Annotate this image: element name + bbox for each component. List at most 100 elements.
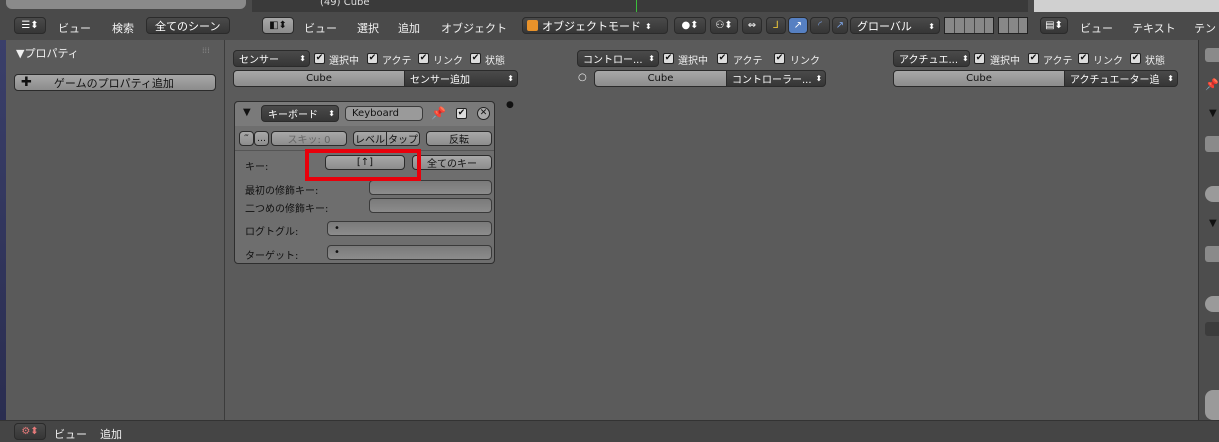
menu-view-text[interactable]: ビュー [1080,20,1113,36]
menu-view-3d[interactable]: ビュー [304,20,337,36]
tap-label: タップ [388,135,418,146]
menu-templates[interactable]: テン [1194,20,1216,36]
menu-view[interactable]: ビュー [58,20,91,36]
pivot-select[interactable]: ⚇⬍ [710,17,738,34]
all-keys-toggle[interactable]: 全てのキー [412,155,492,170]
right-panel-button-3[interactable] [1205,246,1219,262]
sensor-type-label: キーボード [268,110,318,121]
controller-filter-selected-checkbox[interactable]: ✔ [663,53,674,64]
sensor-active-checkbox[interactable]: ✔ [456,108,467,119]
first-modifier-input[interactable] [369,180,492,195]
editor-type-text[interactable]: ▤⬍ [1040,17,1068,34]
menu-select[interactable]: 選択 [357,20,379,36]
layer-grid-1[interactable] [944,17,994,34]
chevron-updown-icon [644,53,655,64]
sensor-filter-selected-checkbox[interactable]: ✔ [314,53,325,64]
right-panel-button-4[interactable] [1205,322,1219,336]
invert-toggle[interactable]: 反転 [426,131,492,146]
sensor-column-select[interactable]: センサー [233,50,310,67]
panel-drag-handle[interactable]: ⁞⁞⁞ [202,46,210,55]
controller-state-dot-icon[interactable]: ○ [578,72,587,83]
add-sensor-select[interactable]: センサー追加 [404,70,518,87]
controller-object-name[interactable]: Cube [594,70,727,87]
scene-select-label: 全てのシーン [155,19,221,33]
controller-filter-active-checkbox[interactable]: ✔ [717,53,728,64]
sensor-remove-icon[interactable]: ✕ [477,107,490,120]
sensor-link-socket-icon[interactable]: ● [506,100,514,110]
log-toggle-input[interactable]: • [327,221,492,236]
actuator-filter-link-checkbox[interactable]: ✔ [1078,53,1089,64]
properties-section-title[interactable]: ▼プロパティ [16,45,79,61]
sensor-filter-active-checkbox[interactable]: ✔ [367,53,378,64]
arrow-icon: ↗ [793,20,803,31]
pivot-icon: ⚇⬍ [715,20,733,31]
level-toggle[interactable]: レベル [353,131,387,146]
sensor-filter-state-checkbox[interactable]: ✔ [470,53,481,64]
layer-grid-2[interactable] [998,17,1028,34]
right-panel-slider-3[interactable] [1205,390,1219,420]
collapse-triangle-icon[interactable]: ▼ [1209,218,1217,229]
sensor-type-select[interactable]: キーボード [261,105,339,122]
editor-type-3dview[interactable]: ◧⬍ [262,17,294,34]
menu-search[interactable]: 検索 [112,20,134,36]
pin-icon[interactable]: 📌 [1205,78,1219,91]
pulse-true-toggle[interactable]: ‴ [239,131,254,146]
viewport-caption: (49) Cube [320,0,370,8]
right-panel-slider-1[interactable] [1205,186,1219,202]
scene-scrollbar[interactable] [6,0,246,9]
right-panel-button-1[interactable] [1205,48,1219,62]
actuator-filter-active-label: アクテ [1043,56,1073,67]
text-editor-icon: ▤⬍ [1045,20,1063,31]
sensor-filter-link-checkbox[interactable]: ✔ [418,53,429,64]
pin-icon[interactable]: 📌 [431,106,446,120]
sensor-object-label: Cube [306,73,332,84]
rotate-tool[interactable]: ◜ [810,17,830,34]
object-mode-icon [527,20,538,31]
top-header-bar: (49) Cube ☰⬍ ビュー 検索 全てのシーン ◧⬍ ビュー 選択 追加 … [0,0,1219,40]
editor-type-outliner[interactable]: ☰⬍ [14,17,46,34]
collapse-triangle-icon[interactable]: ▼ [243,107,251,118]
menu-add[interactable]: 追加 [398,20,420,36]
add-actuator-label: アクチュエーター追 [1070,75,1160,86]
transform-axes[interactable]: ⅃ [766,17,786,34]
chevron-updown-icon [924,19,935,32]
second-modifier-label: 二つめの修飾キー: [245,204,329,215]
actuator-filter-state-checkbox[interactable]: ✔ [1130,53,1141,64]
target-input[interactable]: • [327,245,492,260]
manipulator-toggle[interactable]: ⇔ [742,17,762,34]
orientation-select[interactable]: グローバル [850,17,940,34]
menu-object[interactable]: オブジェクト [441,20,507,36]
actuator-column-select[interactable]: アクチュエ... [893,50,970,67]
rotate-icon: ◜ [818,20,822,31]
right-panel-button-2[interactable] [1205,136,1219,152]
mode-select[interactable]: オブジェクトモード [522,17,668,34]
target-value: • [334,247,340,258]
controller-filter-link-checkbox[interactable]: ✔ [774,53,785,64]
add-game-property-button[interactable]: ✚ ゲームのプロパティ追加 [14,74,216,91]
pulse-false-toggle[interactable]: … [254,131,269,146]
editor-type-logic[interactable]: ⚙⬍ [14,423,46,440]
add-actuator-select[interactable]: アクチュエーター追 [1064,70,1178,87]
skip-frequency-field[interactable]: スキッ: 0 [271,131,347,146]
second-modifier-input[interactable] [369,198,492,213]
right-panel-slider-2[interactable] [1205,296,1219,312]
pulse-false-icon: … [257,133,266,144]
translate-tool[interactable]: ↗ [788,17,808,34]
tap-toggle[interactable]: タップ [386,131,420,146]
scene-select[interactable]: 全てのシーン [146,17,230,34]
actuator-object-name[interactable]: Cube [893,70,1065,87]
invert-label: 反転 [449,135,469,146]
sensor-object-name[interactable]: Cube [233,70,405,87]
collapse-triangle-icon[interactable]: ▼ [1209,108,1217,119]
menu-text[interactable]: テキスト [1132,20,1176,36]
add-controller-select[interactable]: コントローラー... [726,70,826,87]
actuator-filter-active-checkbox[interactable]: ✔ [1028,53,1039,64]
actuator-filter-selected-checkbox[interactable]: ✔ [974,53,985,64]
controller-column-select[interactable]: コントロー... [577,50,659,67]
menu-add-bottom[interactable]: 追加 [100,426,122,442]
scale-tool[interactable]: ↗ [832,17,848,34]
shading-select[interactable]: ●⬍ [674,17,706,34]
menu-view-bottom[interactable]: ビュー [54,426,87,442]
pulse-true-icon: ‴ [244,133,249,144]
sensor-name-input[interactable]: Keyboard [345,106,423,121]
